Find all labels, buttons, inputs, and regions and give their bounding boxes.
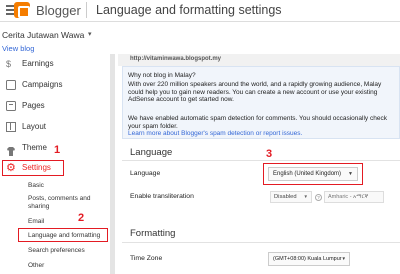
timezone-label: Time Zone <box>130 255 163 262</box>
layout-icon <box>6 122 16 132</box>
sidebar-item-label: Layout <box>22 122 47 131</box>
language-label: Language <box>130 170 161 177</box>
annotation-box-language <box>18 228 108 242</box>
header-divider <box>86 2 87 18</box>
sidebar-subitem-search[interactable]: Search preferences <box>28 247 108 255</box>
formatting-section-title: Formatting <box>130 228 176 239</box>
sidebar-item-layout[interactable]: Layout <box>0 121 110 135</box>
section-divider <box>122 242 400 243</box>
spam-learn-more-link[interactable]: Learn more about Blogger's spam detectio… <box>128 130 398 138</box>
annotation-number-2: 2 <box>78 212 85 224</box>
view-blog-link[interactable]: View blog <box>2 44 34 53</box>
annotation-box-settings <box>2 160 64 176</box>
pages-icon <box>6 101 16 111</box>
sidebar-subitem-posts[interactable]: Posts, comments and sharing <box>28 195 108 211</box>
main-content: http://vitaminwawa.blogspot.my Why not b… <box>118 54 400 274</box>
annotation-number-1: 1 <box>54 144 61 156</box>
timezone-select-value: (GMT+08:00) Kuala Lumpur <box>273 256 342 262</box>
spam-notice-text: We have enabled automatic spam detection… <box>128 115 387 130</box>
sidebar-item-label: Campaigns <box>22 80 63 89</box>
sidebar-subitem-basic[interactable]: Basic <box>28 182 108 190</box>
notice-body: With over 220 million speakers around th… <box>128 81 382 103</box>
sidebar-subitem-other[interactable]: Other <box>28 262 108 270</box>
section-divider <box>122 160 400 161</box>
blog-selector[interactable]: Cerita Jutawan Wawa <box>2 30 84 40</box>
transliteration-label: Enable transliteration <box>130 193 194 200</box>
campaigns-icon <box>6 80 16 90</box>
theme-icon <box>6 143 16 156</box>
sidebar-item-earnings[interactable]: $ Earnings <box>0 58 110 72</box>
timezone-select[interactable]: (GMT+08:00) Kuala Lumpur ▼ <box>268 252 350 266</box>
dropdown-caret-icon: ▼ <box>341 256 346 261</box>
transliteration-select-value: Disabled <box>274 194 297 200</box>
watermark-text: http://vitaminwawa.blogspot.my <box>130 56 222 62</box>
notice-panel: Why not blog in Malay? With over 220 mil… <box>122 66 400 139</box>
top-banner: http://vitaminwawa.blogspot.my <box>118 54 400 66</box>
sidebar-item-pages[interactable]: Pages <box>0 100 110 114</box>
sidebar-item-campaigns[interactable]: Campaigns <box>0 79 110 93</box>
sidebar-item-label: Earnings <box>22 59 54 68</box>
help-icon[interactable]: ? <box>315 194 322 201</box>
dropdown-caret-icon: ▼ <box>303 194 308 199</box>
transliteration-language-select: Amharic - አማርኛ <box>324 191 384 203</box>
sidebar-scrollbar[interactable] <box>110 54 115 274</box>
sidebar-subitem-email[interactable]: Email <box>28 218 108 226</box>
sidebar-item-label: Theme <box>22 143 47 152</box>
sidebar-item-label: Pages <box>22 101 45 110</box>
chevron-down-icon[interactable]: ▾ <box>88 30 92 38</box>
page-title: Language and formatting settings <box>96 3 282 17</box>
language-section-title: Language <box>130 147 173 158</box>
transliteration-select[interactable]: Disabled ▼ <box>270 191 312 203</box>
spam-notice: We have enabled automatic spam detection… <box>128 115 398 138</box>
dollar-icon: $ <box>6 59 12 69</box>
brand-name: Blogger <box>36 3 81 18</box>
top-bar: Blogger Language and formatting settings <box>0 0 400 22</box>
menu-icon[interactable] <box>6 5 14 15</box>
annotation-box-language-select <box>263 163 363 185</box>
blogger-logo-icon[interactable] <box>14 2 30 18</box>
notice-title: Why not blog in Malay? <box>128 72 196 79</box>
